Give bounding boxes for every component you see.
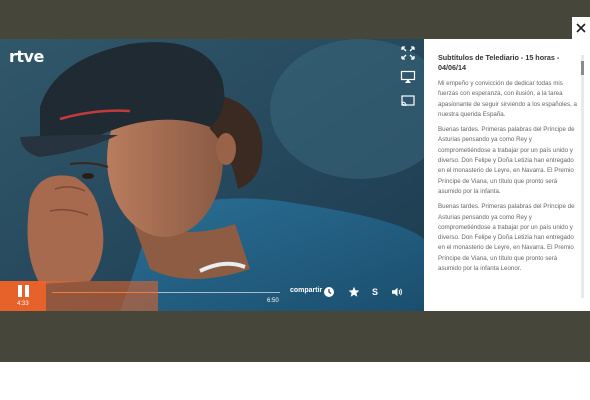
subtitle-paragraph: Buenas tardes. Primeras palabras del Prí… <box>438 203 575 273</box>
subtitles-title: Subtítulos de Telediario - 15 horas - 04… <box>438 53 560 72</box>
fullscreen-icon[interactable] <box>400 45 416 61</box>
video-frame <box>0 39 424 311</box>
progress-played <box>52 292 158 293</box>
subtitle-paragraph: Buenas tardes. Primeras palabras del Prí… <box>438 126 575 195</box>
star-icon[interactable] <box>348 286 360 298</box>
airplay-icon[interactable] <box>400 69 416 85</box>
cast-icon[interactable] <box>400 93 416 109</box>
subtitles-scrollbar[interactable] <box>581 55 584 298</box>
pause-icon <box>18 285 29 297</box>
rtve-logo: rtve <box>9 47 44 66</box>
share-button[interactable]: compartir <box>290 287 322 294</box>
player-controls: 4:33 6:50 compartir S <box>0 281 424 311</box>
speed-button[interactable]: S <box>369 286 381 298</box>
close-icon <box>576 23 586 33</box>
duration-label: 6:50 <box>267 298 279 304</box>
volume-icon[interactable] <box>391 286 403 298</box>
subtitle-paragraph: Mi empeño y convicción de dedicar todas … <box>438 80 577 118</box>
pause-button[interactable]: 4:33 <box>0 281 46 311</box>
scrollbar-thumb[interactable] <box>581 61 584 75</box>
page-background <box>0 362 590 400</box>
close-button[interactable] <box>572 17 590 39</box>
current-time: 4:33 <box>17 301 29 307</box>
clock-icon[interactable] <box>323 286 335 298</box>
video-player[interactable]: rtve 4:33 6:50 compartir S <box>0 39 424 311</box>
subtitles-panel: Subtítulos de Telediario - 15 horas - 04… <box>424 39 590 311</box>
